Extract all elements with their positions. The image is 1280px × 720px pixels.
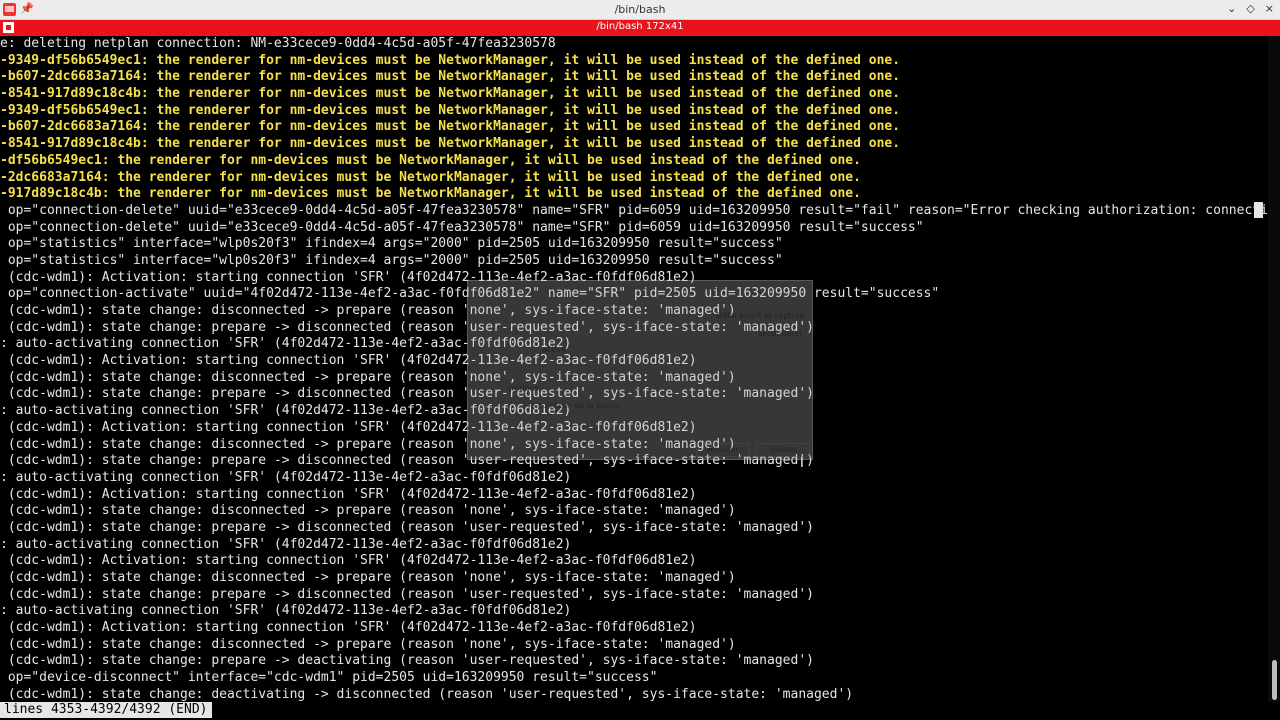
terminal-line: -8541-917d89c18c4b: the renderer for nm-… [0, 136, 901, 152]
terminal-titlebar[interactable]: /bin/bash 172x41 [0, 20, 1280, 36]
scrollbar-thumb[interactable] [1272, 660, 1277, 700]
options-label: Options [508, 384, 539, 393]
terminal-line: (cdc-wdm1): state change: prepare -> dis… [0, 519, 814, 535]
pager-status: lines 4353-4392/4392 (END) [0, 702, 212, 718]
maximize-icon[interactable]: ◇ [1246, 2, 1254, 15]
mouse-ibeam-icon: I [800, 456, 804, 471]
terminal-line: op="statistics" interface="wlp0s20f3" if… [0, 236, 783, 252]
terminal-line: op="connection-delete" uuid="e33cece9-0d… [0, 202, 1268, 218]
terminal-line: (cdc-wdm1): state change: disconnected -… [0, 570, 736, 585]
window-controls: ⌄ ◇ × [1227, 2, 1274, 15]
terminal-line: op="device-disconnect" interface="cdc-wd… [0, 670, 658, 686]
ok-button[interactable]: Valider [756, 443, 810, 457]
terminal-title: /bin/bash 172x41 [596, 21, 684, 32]
minimize-icon[interactable]: ⌄ [1227, 2, 1236, 15]
terminal-line: -917d89c18c4b: the renderer for nm-devic… [0, 186, 861, 202]
terminal-line: : auto-activating connection 'SFR' (4f02… [0, 603, 572, 619]
terminal-line: -8541-917d89c18c4b: the renderer for nm-… [0, 86, 901, 102]
cancel-button[interactable]: Annuler [696, 443, 750, 457]
terminal-line: (cdc-wdm1): Activation: starting connect… [0, 486, 697, 502]
seconds-label: seconde(s) [758, 329, 802, 338]
terminal-line: -2dc6683a7164: the renderer for nm-devic… [0, 169, 861, 185]
terminal-line: (cdc-wdm1): state change: disconnected -… [0, 503, 736, 519]
terminal-line: -b607-2dc6683a7164: the renderer for nm-… [0, 119, 901, 135]
close-icon[interactable]: × [1265, 2, 1274, 15]
active-label: active [542, 345, 567, 354]
terminal-line: (cdc-wdm1): Activation: starting connect… [0, 553, 697, 569]
terminal-line: : auto-activating connection 'SFR' (4f02… [0, 536, 572, 552]
terminal-scrollbar[interactable] [1268, 36, 1280, 702]
terminal-line: -b607-2dc6683a7164: the renderer for nm-… [0, 69, 901, 85]
terminal-line: (cdc-wdm1): state change: deactivating -… [0, 686, 854, 702]
terminal-line: -9349-df56b6549ec1: the renderer for nm-… [0, 52, 901, 68]
window-titlebar[interactable]: 📌 /bin/bash ⌄ ◇ × [0, 0, 1280, 20]
terminal-line: op="statistics" interface="wlp0s20f3" if… [0, 252, 783, 268]
terminal-line: (cdc-wdm1): Activation: starting connect… [0, 620, 697, 636]
terminal-line: (cdc-wdm1): state change: prepare -> dis… [0, 586, 814, 602]
terminal-line: op="connection-delete" uuid="e33cece9-0d… [0, 219, 924, 235]
terminal-line: : auto-activating connection 'SFR' (4f02… [0, 469, 572, 485]
terminal-line: e: deleting netplan connection: NM-e33ce… [0, 36, 556, 51]
window-title: /bin/bash [614, 3, 666, 16]
delay-label: Délai avant la capture [716, 311, 805, 320]
terminal-line: (cdc-wdm1): state change: disconnected -… [0, 636, 736, 652]
terminal-line: -9349-df56b6549ec1: the renderer for nm-… [0, 102, 901, 118]
terminal-line: -df56b6549ec1: the renderer for nm-devic… [0, 152, 861, 168]
terminal-line: (cdc-wdm1): state change: prepare -> dea… [0, 653, 814, 669]
pointer-label: le pointeur de la souris [528, 401, 620, 410]
text-cursor [1254, 202, 1263, 218]
screenshot-dialog-ghost: Délai avant la capture seconde(s) active… [467, 280, 813, 460]
